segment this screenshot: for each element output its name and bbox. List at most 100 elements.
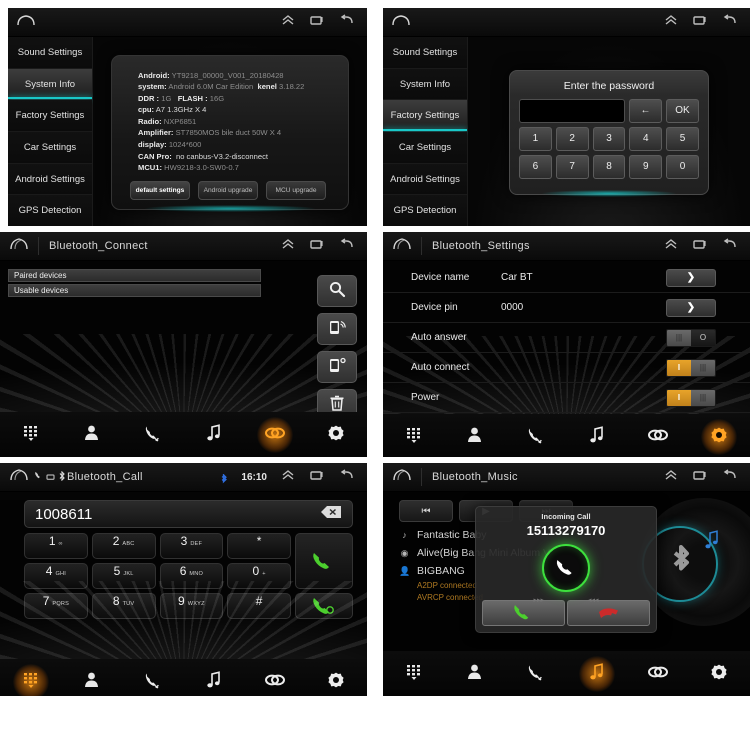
nav-music[interactable] [567,651,628,696]
home-icon[interactable] [8,467,30,487]
nav-call-history[interactable] [505,414,566,457]
nav-dialpad[interactable] [383,651,444,696]
sidebar-item-android-settings[interactable]: Android Settings [383,163,467,196]
sidebar-item-factory-settings[interactable]: Factory Settings [8,100,92,133]
nav-bluetooth-link[interactable] [628,414,689,457]
connect-device-button[interactable] [317,351,357,383]
sidebar-item-sound-settings[interactable]: Sound Settings [8,37,92,69]
key-7[interactable]: 7 [555,154,589,179]
paired-devices-header[interactable]: Paired devices [8,269,261,282]
usable-devices-header[interactable]: Usable devices [8,284,261,297]
sidebar-item-sound-settings[interactable]: Sound Settings [383,37,467,69]
nav-call-history[interactable] [505,651,566,696]
auto-answer-toggle[interactable]: ||| O [666,328,716,347]
home-icon[interactable] [16,13,36,32]
nav-bluetooth-link[interactable] [245,412,306,457]
nav-dialpad[interactable] [0,659,61,696]
nav-dialpad[interactable] [383,414,444,457]
nav-dialpad[interactable] [0,412,61,457]
accept-call-button[interactable] [482,600,565,626]
back-icon[interactable] [722,468,738,486]
nav-contacts[interactable] [444,414,505,457]
info-key: MCU1: [138,163,163,173]
nav-bluetooth-link[interactable] [628,651,689,696]
nav-settings[interactable] [689,414,750,457]
incoming-call-handset[interactable] [542,544,590,592]
previous-track-button[interactable]: ⏮ [399,500,453,522]
key-2[interactable]: 2 [555,126,589,151]
recents-icon[interactable] [309,237,325,255]
home-icon[interactable] [391,13,411,32]
ok-button[interactable]: OK [666,98,699,123]
home-icon[interactable] [8,236,30,256]
chevron-up-icon[interactable] [664,468,678,486]
nav-settings[interactable] [306,412,367,457]
nav-music[interactable] [184,412,245,457]
recents-icon[interactable] [309,13,325,31]
sidebar-item-system-info[interactable]: System Info [383,68,467,101]
nav-call-history[interactable] [122,659,183,696]
settings-row-auto-answer[interactable]: Auto answer ||| O [383,323,750,353]
nav-contacts[interactable] [444,651,505,696]
pair-device-button[interactable] [317,313,357,345]
sidebar-item-system-info[interactable]: System Info [8,68,92,101]
android-upgrade-button[interactable]: Android upgrade [198,180,258,200]
settings-row-device-name[interactable]: Device name Car BT ❯ [383,263,750,293]
settings-row-auto-connect[interactable]: Auto connect I ||| [383,353,750,383]
nav-contacts[interactable] [61,412,122,457]
key-6[interactable]: 6 [519,154,552,179]
key-8[interactable]: 8 [592,154,626,179]
back-icon[interactable] [722,13,738,31]
sidebar-item-android-settings[interactable]: Android Settings [8,163,92,196]
back-icon[interactable] [722,237,738,255]
recents-icon[interactable] [309,468,325,486]
power-toggle[interactable]: I ||| [666,388,716,407]
device-pin-edit-button[interactable]: ❯ [666,298,716,317]
device-name-edit-button[interactable]: ❯ [666,268,716,287]
home-icon[interactable] [391,236,413,256]
chevron-up-icon[interactable] [664,237,678,255]
recents-icon[interactable] [692,13,708,31]
sidebar-item-gps-detection[interactable]: GPS Detection [383,195,467,226]
key-5[interactable]: 5 [666,126,699,151]
key-1[interactable]: 1 [519,126,552,151]
search-button[interactable] [317,275,357,307]
key-3[interactable]: 3 [592,126,626,151]
auto-connect-toggle[interactable]: I ||| [666,358,716,377]
panel-bluetooth-settings: Bluetooth_Settings Device name Car BT ❯ … [383,232,750,457]
reject-call-button[interactable] [567,600,650,626]
settings-row-power[interactable]: Power I ||| [383,383,750,413]
password-input[interactable] [519,98,625,123]
toggle-off-label: O [691,329,715,346]
back-icon[interactable] [339,468,355,486]
sidebar-item-factory-settings[interactable]: Factory Settings [383,100,467,133]
settings-row-device-pin[interactable]: Device pin 0000 ❯ [383,293,750,323]
nav-call-history[interactable] [122,412,183,457]
info-value2: 16G [209,93,225,103]
key-0[interactable]: 0 [666,154,699,179]
titlebar-right [664,468,742,486]
nav-contacts[interactable] [61,659,122,696]
chevron-up-icon[interactable] [664,13,678,31]
nav-bluetooth-link[interactable] [245,659,306,696]
backspace-key[interactable]: ← [629,98,662,123]
back-icon[interactable] [339,237,355,255]
nav-settings[interactable] [306,659,367,696]
chevron-up-icon[interactable] [281,468,295,486]
sidebar-item-gps-detection[interactable]: GPS Detection [8,195,92,226]
key-9[interactable]: 9 [629,154,663,179]
recents-icon[interactable] [692,468,708,486]
chevron-up-icon[interactable] [281,237,295,255]
chevron-up-icon[interactable] [281,13,295,31]
back-icon[interactable] [339,13,355,31]
nav-settings[interactable] [689,651,750,696]
key-4[interactable]: 4 [629,126,663,151]
sidebar-item-car-settings[interactable]: Car Settings [8,132,92,164]
nav-music[interactable] [567,414,628,457]
home-icon[interactable] [391,467,413,487]
nav-music[interactable] [184,659,245,696]
recents-icon[interactable] [692,237,708,255]
mcu-upgrade-button[interactable]: MCU upgrade [266,180,326,200]
sidebar-item-car-settings[interactable]: Car Settings [383,132,467,164]
default-settings-button[interactable]: default settings [130,180,190,200]
